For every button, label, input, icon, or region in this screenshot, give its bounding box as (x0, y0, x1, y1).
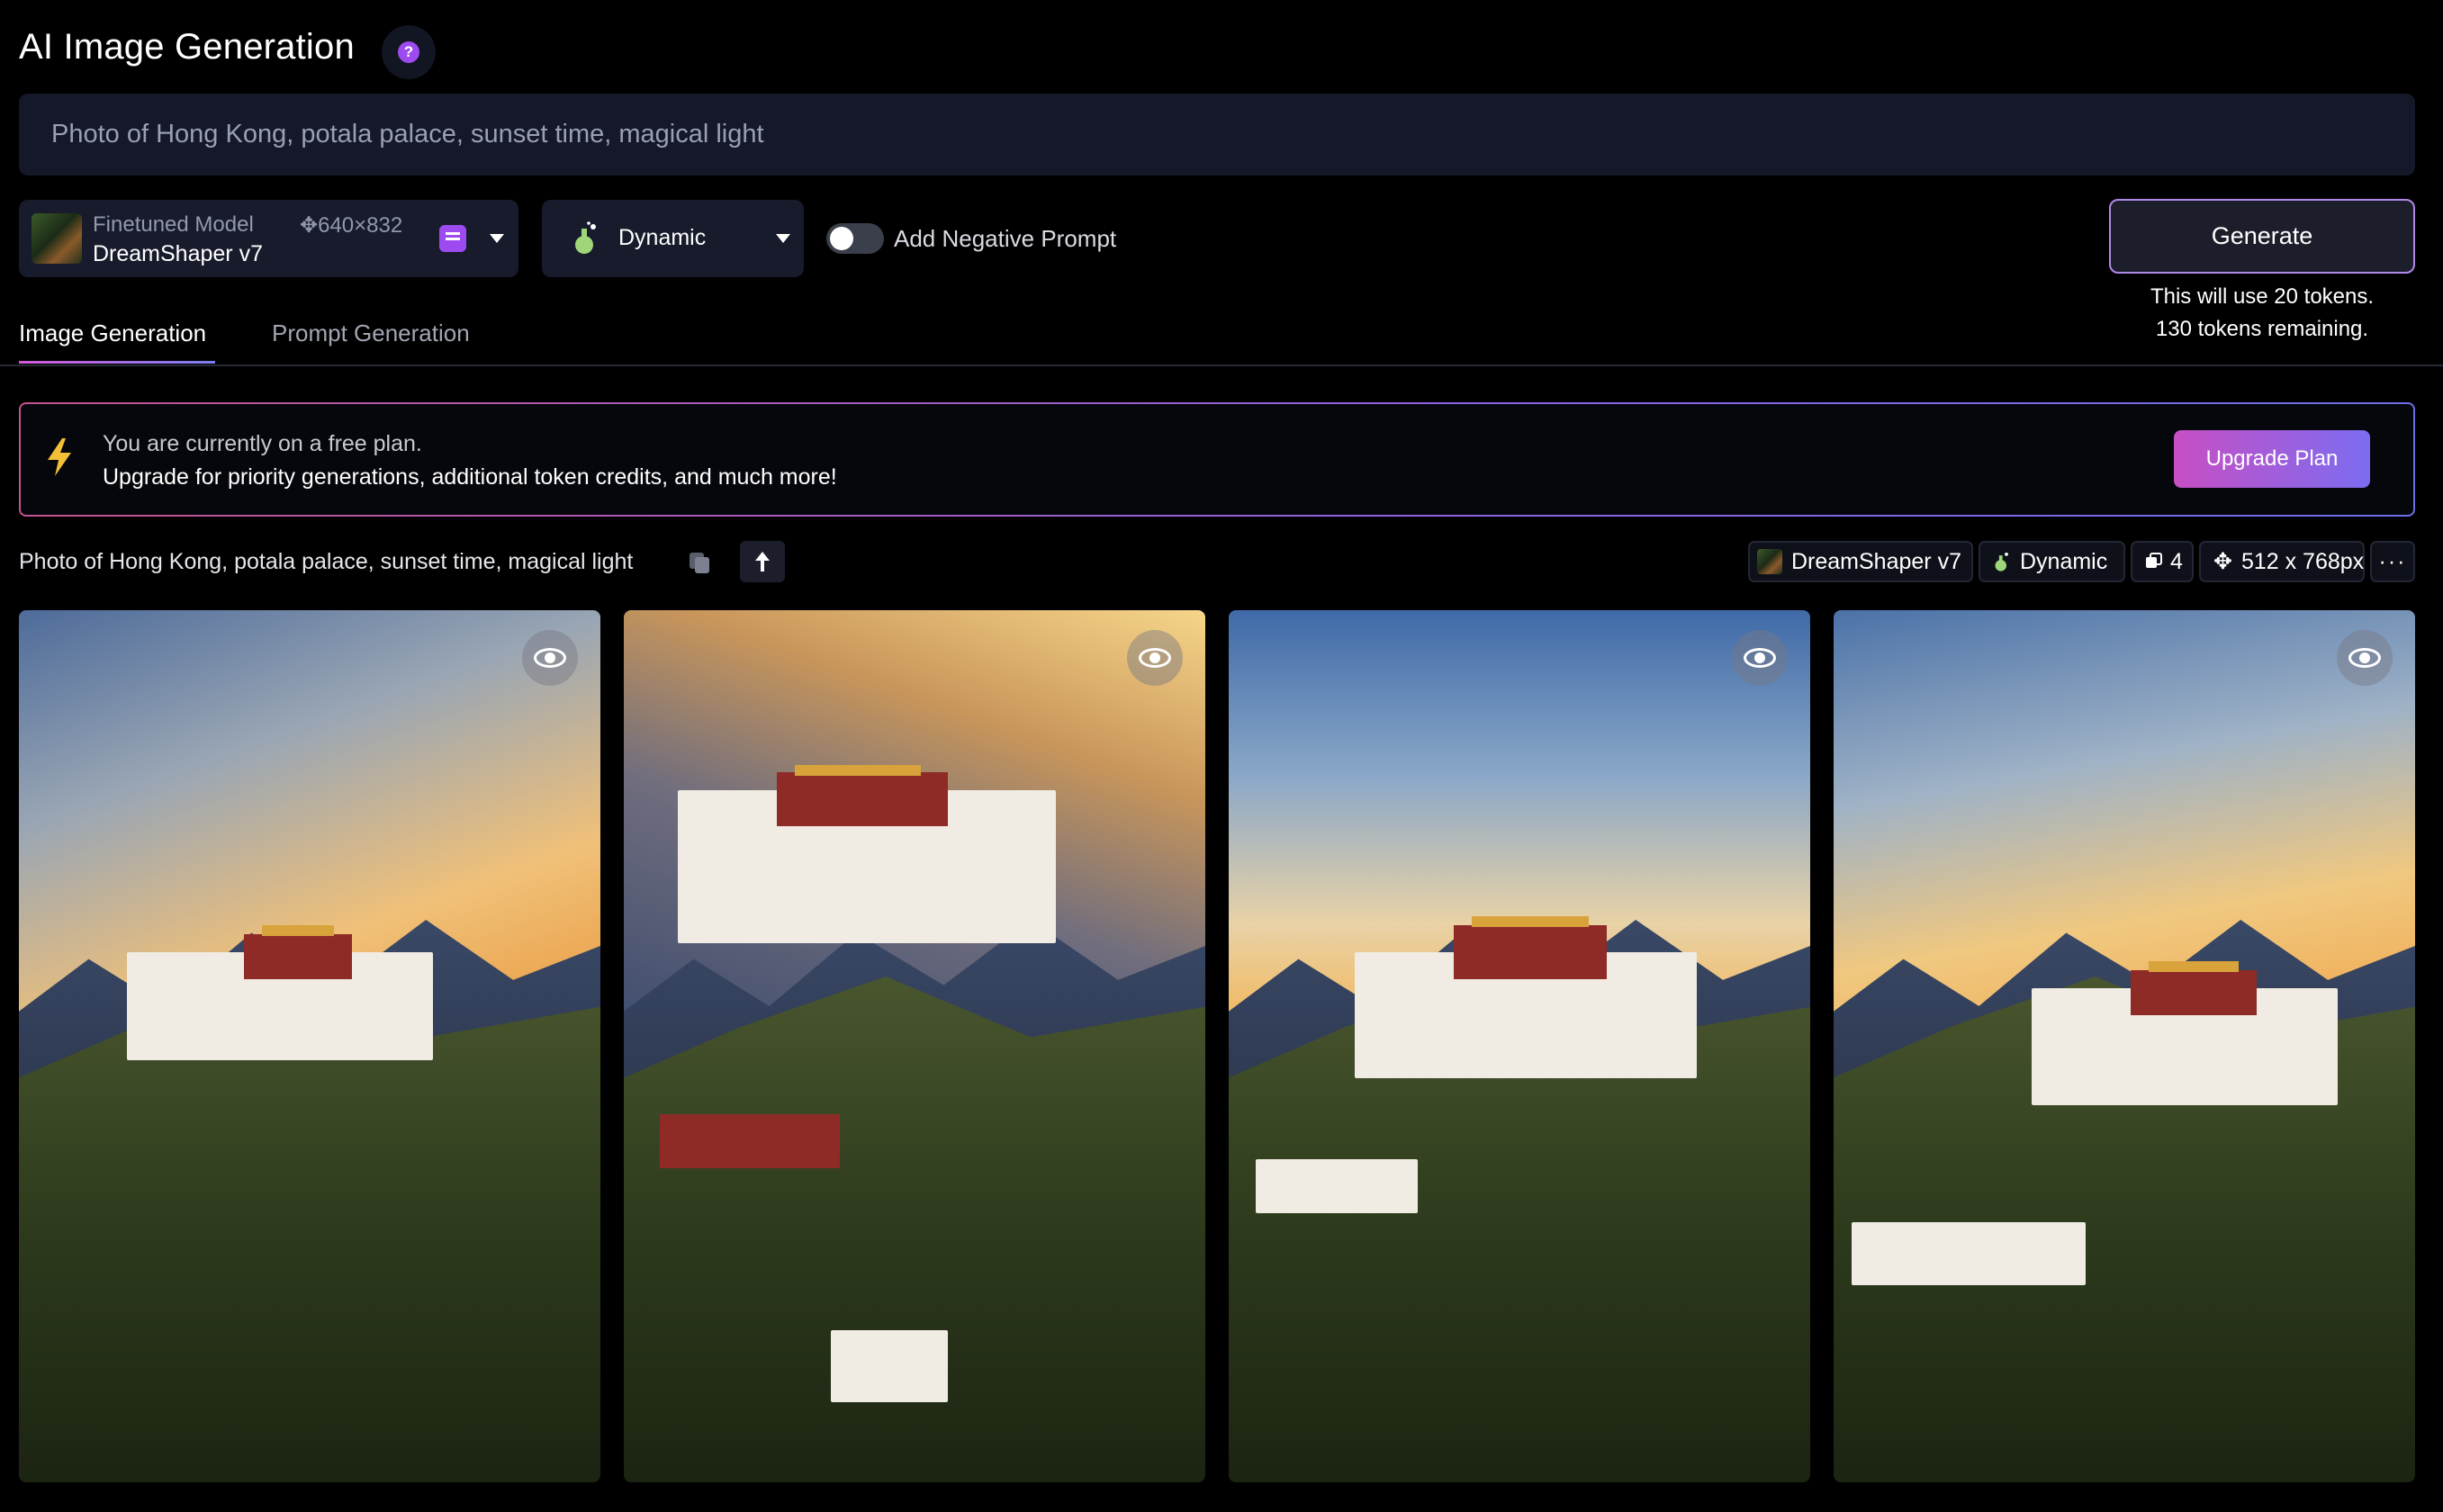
image-palace-gold (262, 925, 334, 936)
banner-line-2: Upgrade for priority generations, additi… (103, 464, 837, 490)
tabs-divider (0, 364, 2443, 366)
image-lower-building (831, 1330, 948, 1402)
eye-icon[interactable] (2337, 630, 2393, 686)
eye-icon[interactable] (522, 630, 578, 686)
image-palace-gold (1472, 916, 1589, 927)
more-options-button[interactable]: ··· (2370, 541, 2415, 582)
image-hillside (624, 976, 1205, 1482)
images-icon (2146, 553, 2162, 568)
token-remaining-text: 130 tokens remaining. (2155, 317, 2369, 341)
image-palace-roof (1454, 925, 1607, 979)
style-label: Dynamic (618, 225, 707, 250)
lightning-icon (48, 438, 71, 476)
style-chip: Dynamic (1979, 541, 2125, 582)
image-count-label: 4 (2170, 548, 2183, 574)
prompt-input[interactable] (19, 94, 2415, 176)
model-selector[interactable]: Finetuned Model ✥640×832 DreamShaper v7 (19, 200, 518, 277)
image-lower-temple (660, 1114, 840, 1168)
generation-prompt: Photo of Hong Kong, potala palace, sunse… (19, 549, 634, 574)
copy-icon[interactable] (686, 549, 713, 576)
eye-icon[interactable] (1732, 630, 1788, 686)
free-plan-banner: You are currently on a free plan. Upgrad… (19, 402, 2415, 517)
style-selector[interactable]: Dynamic (542, 200, 804, 277)
eye-icon[interactable] (1127, 630, 1183, 686)
model-thumbnail (1757, 549, 1782, 574)
image-sky (1834, 610, 2415, 1030)
active-tab-indicator (19, 361, 215, 364)
negative-prompt-label: Add Negative Prompt (894, 225, 1117, 252)
style-chip-label: Dynamic (2020, 548, 2108, 574)
banner-line-1: You are currently on a free plan. (103, 431, 422, 456)
move-icon: ✥ (2213, 549, 2232, 574)
chevron-down-icon (776, 234, 790, 243)
model-chip: DreamShaper v7 (1748, 541, 1973, 582)
question-mark-icon: ? (398, 41, 419, 63)
image-count-chip: 4 (2131, 541, 2194, 582)
model-caption: Finetuned Model (93, 212, 254, 237)
negative-prompt-toggle[interactable] (826, 223, 884, 254)
token-cost-text: This will use 20 tokens. (2150, 284, 2375, 309)
help-button[interactable]: ? (382, 25, 436, 79)
image-palace-roof (244, 934, 352, 979)
reuse-prompt-button[interactable] (740, 541, 785, 582)
image-palace-roof (777, 772, 948, 826)
model-chip-label: DreamShaper v7 (1791, 548, 1961, 574)
image-palace-roof (2131, 970, 2257, 1015)
toggle-knob (830, 227, 853, 250)
tab-prompt-generation[interactable]: Prompt Generation (272, 320, 470, 347)
image-lower-building (1852, 1222, 2086, 1285)
potion-icon (1995, 553, 2008, 572)
potion-icon (575, 221, 596, 254)
model-thumbnail (32, 213, 82, 264)
size-chip: ✥ 512 x 768px (2199, 541, 2365, 582)
image-lower-building (1256, 1159, 1418, 1213)
generate-button[interactable]: Generate (2109, 199, 2415, 274)
model-name: DreamShaper v7 (93, 241, 263, 266)
upgrade-plan-button[interactable]: Upgrade Plan (2174, 430, 2370, 488)
page-title: AI Image Generation (19, 27, 355, 67)
generated-image-2[interactable] (624, 610, 1205, 1482)
generated-image-4[interactable] (1834, 610, 2415, 1482)
image-palace-gold (795, 765, 921, 776)
model-dimensions: ✥640×832 (300, 213, 403, 238)
image-palace-gold (2149, 961, 2239, 972)
tab-image-generation[interactable]: Image Generation (19, 320, 206, 347)
generated-image-1[interactable] (19, 610, 600, 1482)
model-info-icon[interactable] (439, 225, 466, 252)
chevron-down-icon (490, 234, 504, 243)
size-chip-label: 512 x 768px (2240, 548, 2365, 574)
generated-image-3[interactable] (1229, 610, 1810, 1482)
